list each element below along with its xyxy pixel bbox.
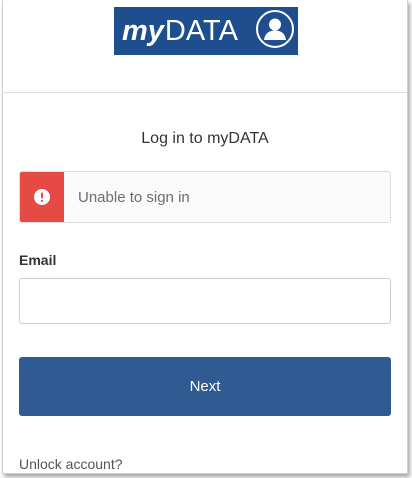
login-window: my DATA Log in to myDATA Unable to sign …	[2, 0, 408, 474]
header: my DATA	[3, 0, 407, 93]
mydata-logo: my DATA	[114, 7, 298, 55]
page-title: Log in to myDATA	[141, 130, 269, 147]
email-label: Email	[19, 252, 57, 268]
logo-text-data: DATA	[164, 14, 238, 47]
unlock-account-link[interactable]: Unlock account?	[19, 456, 123, 472]
next-button[interactable]: Next	[19, 357, 391, 416]
email-field[interactable]	[19, 278, 391, 324]
alert-message: Unable to sign in	[78, 189, 190, 206]
user-icon	[256, 10, 294, 48]
logo-text-my: my	[122, 14, 164, 47]
error-alert: Unable to sign in	[19, 171, 391, 223]
exclamation-icon	[20, 172, 64, 222]
